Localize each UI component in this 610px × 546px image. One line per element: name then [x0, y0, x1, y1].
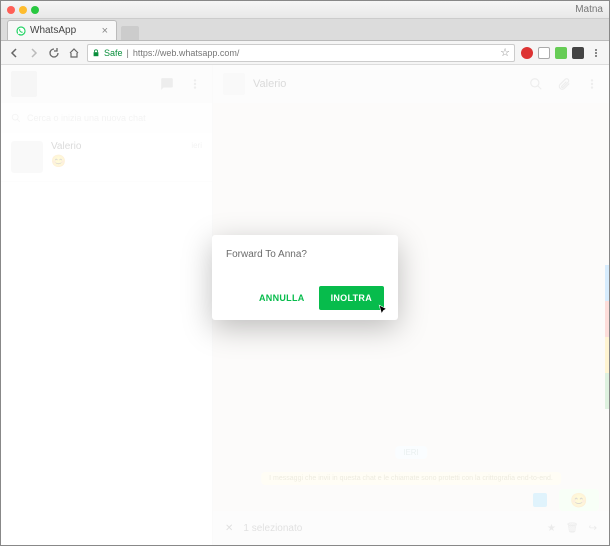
dialog-title: Forward To Anna?: [226, 249, 384, 260]
forward-button[interactable]: INOLTRA: [319, 286, 384, 310]
cancel-button[interactable]: ANNULLA: [255, 287, 309, 309]
mouse-cursor-icon: [378, 304, 390, 316]
forward-confirm-dialog: Forward To Anna? ANNULLA INOLTRA: [212, 235, 398, 320]
modal-overlay: Forward To Anna? ANNULLA INOLTRA: [1, 1, 609, 545]
